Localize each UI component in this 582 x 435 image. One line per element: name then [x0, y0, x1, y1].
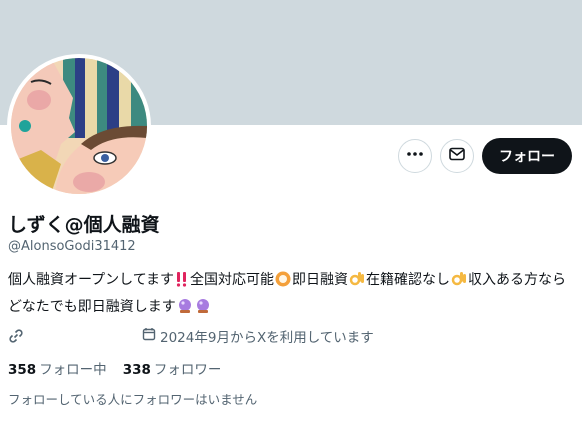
followers-link[interactable]: 338 フォロワー [123, 358, 222, 378]
link-icon[interactable] [8, 328, 24, 348]
following-count: 358 [8, 362, 37, 378]
following-label: フォロー中 [39, 362, 107, 378]
follow-stats: 358 フォロー中 338 フォロワー [8, 358, 221, 378]
followed-by-note: フォローしている人にフォロワーはいません [8, 392, 258, 407]
bio-part: 即日融資 [292, 272, 349, 288]
message-button[interactable] [440, 139, 474, 173]
possible-ideograph-icon [275, 271, 291, 295]
profile-actions: フォロー [398, 138, 572, 174]
profile-avatar[interactable] [7, 54, 151, 198]
bio-part: 全国対応可能 [190, 272, 275, 288]
following-link[interactable]: 358 フォロー中 [8, 358, 107, 378]
bio-part: 個人融資オープンしてます [8, 272, 175, 288]
message-icon [448, 145, 466, 167]
user-handle: @AlonsoGodi31412 [8, 239, 136, 254]
calendar-icon [142, 327, 156, 345]
joined-date: 2024年9月からXを利用しています [142, 326, 374, 346]
bio-part: 在籍確認なし [366, 272, 451, 288]
profile-bio: 個人融資オープンしてます 全国対応可能 即日融資 在籍確認なし 収入ある方ならどなたでも… [8, 268, 578, 322]
followers-count: 338 [122, 362, 151, 378]
more-icon [406, 145, 424, 167]
more-button[interactable] [398, 139, 432, 173]
follow-button[interactable]: フォロー [482, 138, 572, 174]
crystal-ball-icon [177, 298, 193, 322]
joined-text: 2024年9月からXを利用しています [160, 330, 374, 346]
crystal-ball-icon [195, 298, 211, 322]
display-name: しずく@個人融資 [8, 214, 160, 236]
double-exclamation-icon [175, 271, 189, 295]
followers-label: フォロワー [153, 362, 222, 378]
ok-hand-icon [349, 271, 365, 295]
ok-hand-icon [451, 271, 467, 295]
